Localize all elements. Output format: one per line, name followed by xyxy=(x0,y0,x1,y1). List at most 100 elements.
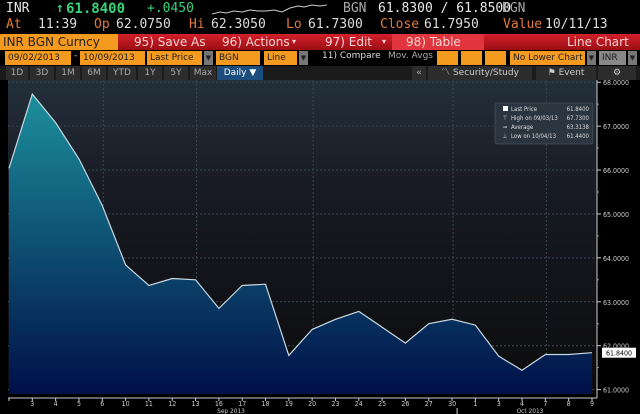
style-select[interactable]: Line xyxy=(264,51,297,65)
field-select[interactable]: Last Price xyxy=(147,51,202,65)
tab-1m[interactable]: 1M xyxy=(56,66,80,80)
end-date-input[interactable]: 10/09/2013 xyxy=(80,51,145,65)
x-tick-label: 6 xyxy=(100,400,104,408)
x-tick-label: 3 xyxy=(30,400,34,408)
last-price: 61.8400 xyxy=(66,1,126,17)
chevron-down-icon[interactable]: ▾ xyxy=(382,34,386,50)
actions-button[interactable]: 96) Actions xyxy=(222,34,290,50)
data-point xyxy=(381,326,383,328)
mov-avg-input-2[interactable] xyxy=(461,51,482,65)
tab-5y[interactable]: 5Y xyxy=(164,66,188,80)
high-value: 62.3050 xyxy=(211,17,266,32)
tab-1y[interactable]: 1Y xyxy=(138,66,162,80)
chevron-down-icon[interactable]: ▼ xyxy=(587,51,596,65)
x-tick-label: 4 xyxy=(54,400,58,408)
source-input[interactable]: BGN xyxy=(216,51,260,65)
value-label: Value xyxy=(503,17,543,32)
month-label: Sep 2013 xyxy=(217,407,245,414)
data-point xyxy=(498,355,500,357)
edit-button[interactable]: 97) Edit xyxy=(325,34,372,50)
legend-value: 61.4400 xyxy=(567,133,590,140)
mov-avg-input-1[interactable] xyxy=(437,51,458,65)
gear-icon[interactable]: ⚙ xyxy=(598,66,636,80)
event-button[interactable]: ⚑ Event xyxy=(536,66,596,80)
legend-label: High on 09/03/13 xyxy=(511,115,558,122)
chevron-down-icon[interactable]: ▾ xyxy=(292,34,296,50)
x-tick-label: 8 xyxy=(567,400,571,408)
chevron-down-icon[interactable]: ▼ xyxy=(204,51,213,65)
data-point xyxy=(31,93,33,95)
close-value: 61.7950 xyxy=(424,17,479,32)
data-point xyxy=(8,167,10,169)
ticker: INR xyxy=(6,1,30,16)
table-button[interactable]: 98) Table xyxy=(392,34,484,50)
x-tick-label: 24 xyxy=(355,400,363,408)
x-tick-label: 5 xyxy=(77,400,81,408)
compare-button[interactable]: 11) Compare xyxy=(322,51,381,61)
x-tick-label: 1 xyxy=(473,400,477,408)
currency-select[interactable]: INR xyxy=(599,51,626,65)
y-tick-label: 63.0000 xyxy=(603,299,629,307)
data-point xyxy=(241,284,243,286)
source-bgn: BGN xyxy=(343,1,367,16)
tab-max[interactable]: Max xyxy=(190,66,216,80)
event-label: Event xyxy=(558,68,585,78)
security-study-button[interactable]: 〽 Security/Study xyxy=(428,66,532,80)
save-as-button[interactable]: 95) Save As xyxy=(134,34,206,50)
data-point xyxy=(451,318,453,320)
x-tick-label: 19 xyxy=(285,400,293,408)
tab-ytd[interactable]: YTD xyxy=(108,66,136,80)
data-point xyxy=(288,354,290,356)
up-arrow-icon: ↑ xyxy=(56,1,64,16)
settings-row: 09/02/2013 - 10/09/2013 Last Price ▼ BGN… xyxy=(0,51,640,66)
x-tick-label: 30 xyxy=(448,400,456,408)
x-tick-label: 10 xyxy=(122,400,130,408)
square-swatch-icon xyxy=(503,106,508,111)
lower-chart-select[interactable]: No Lower Chart xyxy=(510,51,585,65)
low-marker-icon: ⊥ xyxy=(503,133,508,140)
data-point xyxy=(358,310,360,312)
security-field[interactable]: INR BGN Curncy xyxy=(0,34,118,50)
open-label: Op xyxy=(94,17,110,32)
x-tick-label: 12 xyxy=(168,400,176,408)
data-point xyxy=(78,158,80,160)
legend-value: 61.8400 xyxy=(567,106,590,113)
high-label: Hi xyxy=(189,17,205,32)
data-point xyxy=(474,324,476,326)
toolbar: INR BGN Curncy 95) Save As 96) Actions ▾… xyxy=(0,34,640,50)
start-date-input[interactable]: 09/02/2013 xyxy=(5,51,71,65)
chart-type-label: Line Chart xyxy=(567,35,629,49)
x-tick-label: 9 xyxy=(590,400,594,408)
chevron-down-icon[interactable]: ▼ xyxy=(299,51,308,65)
y-tick-label: 65.0000 xyxy=(603,211,629,219)
frequency-select[interactable]: Daily ▼ xyxy=(217,66,263,80)
legend-label: Low on 10/04/13 xyxy=(511,133,556,140)
data-point xyxy=(218,307,220,309)
tab-6m[interactable]: 6M xyxy=(82,66,106,80)
tab-3d[interactable]: 3D xyxy=(30,66,54,80)
data-point xyxy=(404,342,406,344)
legend-label: Average xyxy=(511,124,534,131)
month-label: Oct 2013 xyxy=(517,407,544,414)
x-tick-label: 26 xyxy=(401,400,409,408)
x-tick-label: 27 xyxy=(425,400,433,408)
mov-avgs-label: Mov. Avgs xyxy=(388,51,433,61)
y-tick-label: 66.0000 xyxy=(603,167,629,175)
x-tick-label: 25 xyxy=(378,400,386,408)
source-bgn-2: BGN xyxy=(502,1,526,16)
collapse-button[interactable]: « xyxy=(412,66,426,80)
at-time: 11:39 xyxy=(38,17,78,32)
x-tick-label: 23 xyxy=(331,400,339,408)
price-chart[interactable]: 61.000062.000063.000064.000065.000066.00… xyxy=(0,80,640,414)
security-study-label: Security/Study xyxy=(452,68,519,78)
chevron-down-icon[interactable]: ▼ xyxy=(628,51,637,65)
mov-avg-input-3[interactable] xyxy=(485,51,506,65)
sparkline xyxy=(212,4,327,15)
tab-1d[interactable]: 1D xyxy=(6,66,28,80)
low-value: 61.7300 xyxy=(308,17,363,32)
y-tick-label: 64.0000 xyxy=(603,255,629,263)
legend-label: Last Price xyxy=(511,106,538,113)
date-separator: - xyxy=(74,51,78,61)
x-tick-label: 13 xyxy=(192,400,200,408)
data-point xyxy=(148,284,150,286)
